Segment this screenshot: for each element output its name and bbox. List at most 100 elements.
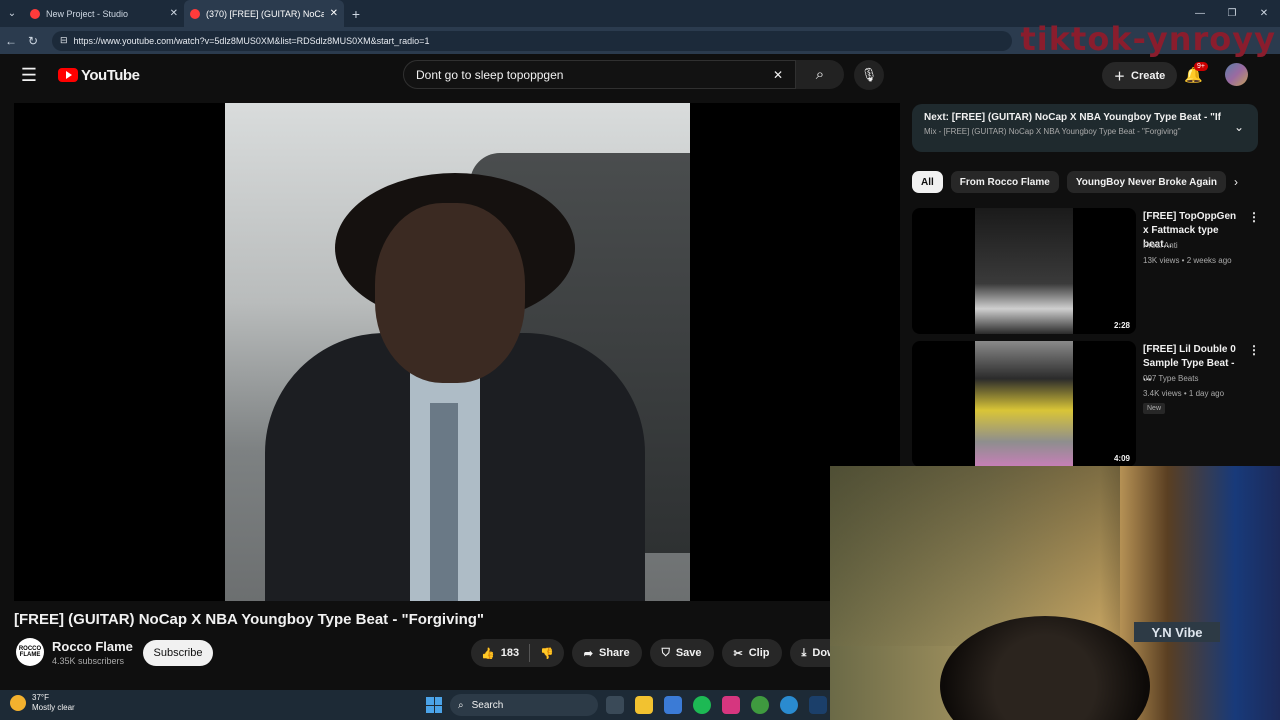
start-button-icon[interactable]: [426, 697, 442, 713]
chip-from-channel[interactable]: From Rocco Flame: [950, 171, 1059, 193]
tab-studio[interactable]: New Project - Studio ✕: [24, 0, 184, 27]
share-icon: ➦: [583, 647, 593, 660]
xbox-icon[interactable]: [751, 696, 769, 714]
recommendation-meta: 13K views • 2 weeks ago: [1143, 256, 1232, 265]
task-view-icon[interactable]: [606, 696, 624, 714]
menu-icon[interactable]: ☰: [0, 65, 58, 86]
search-button[interactable]: ⌕: [796, 60, 844, 89]
recommendation-meta: 3.4K views • 1 day ago: [1143, 389, 1225, 398]
site-info-icon[interactable]: ⊟: [60, 35, 68, 46]
save-button[interactable]: ⛉ Save: [649, 639, 714, 667]
youtube-header: ☰ YouTube Dont go to sleep topoppgen ✕ ⌕…: [0, 54, 1280, 96]
clip-button[interactable]: ✂ Clip: [721, 639, 782, 667]
save-label: Save: [675, 647, 702, 659]
weather-condition: Mostly clear: [32, 703, 75, 712]
notifications-button[interactable]: 🔔 9+: [1184, 62, 1208, 84]
taskbar-search-label: Search: [471, 699, 504, 711]
back-icon[interactable]: ←: [0, 34, 22, 48]
duration-badge: 4:09: [1113, 454, 1130, 463]
youtube-play-icon: [58, 68, 78, 82]
instagram-icon[interactable]: [722, 696, 740, 714]
bookmark-icon: ⛉: [661, 646, 670, 659]
channel-name[interactable]: Rocco Flame: [52, 639, 133, 654]
tab-list-chevron-icon[interactable]: ⌄: [0, 0, 24, 27]
plus-icon: ＋: [1114, 70, 1125, 83]
store-icon[interactable]: [664, 696, 682, 714]
up-next-panel[interactable]: Next: [FREE] (GUITAR) NoCap X NBA Youngb…: [912, 104, 1258, 152]
chip-all[interactable]: All: [912, 171, 943, 193]
weather-widget[interactable]: 37°F Mostly clear: [10, 693, 75, 713]
microphone-icon: 🎙: [860, 67, 878, 82]
like-count: 183: [500, 647, 520, 659]
neon-sign: Y.N Vibe: [1134, 622, 1220, 642]
recommendation-thumbnail[interactable]: 2:28: [912, 208, 1136, 334]
taskbar-apps: [606, 696, 827, 714]
chevron-right-icon[interactable]: ›: [1234, 175, 1238, 189]
edge-icon[interactable]: [780, 696, 798, 714]
url-text: https://www.youtube.com/watch?v=5dlz8MUS…: [73, 35, 430, 46]
scissors-icon: ✂: [733, 647, 743, 660]
windows-taskbar: 37°F Mostly clear ⌕ Search: [0, 690, 830, 720]
duration-badge: 2:28: [1113, 321, 1130, 330]
close-tab-icon[interactable]: ✕: [170, 8, 178, 19]
recommendation-item[interactable]: 4:09 [FREE] Lil Double 0 Sample Type Bea…: [912, 341, 1260, 467]
webcam-overlay: Y.N Vibe: [830, 466, 1280, 720]
video-frame: [225, 103, 690, 601]
weather-icon: [10, 695, 26, 711]
more-options-icon[interactable]: ⋮: [1248, 210, 1260, 224]
recommendation-thumbnail[interactable]: 4:09: [912, 341, 1136, 467]
recommendation-item[interactable]: 2:28 [FREE] TopOppGen x Fattmack type be…: [912, 208, 1260, 334]
spotify-icon[interactable]: [693, 696, 711, 714]
share-button[interactable]: ➦ Share: [571, 639, 642, 667]
search-icon: ⌕: [458, 699, 464, 711]
search-input[interactable]: Dont go to sleep topoppgen ✕: [403, 60, 796, 89]
subscribe-button[interactable]: Subscribe: [143, 640, 213, 666]
dislike-button[interactable]: 👎: [530, 647, 564, 660]
like-dislike-group: 👍 183 👎: [471, 639, 564, 667]
video-player[interactable]: [14, 103, 900, 601]
chevron-down-icon[interactable]: ⌄: [1234, 120, 1244, 134]
filter-chips: All From Rocco Flame YoungBoy Never Brok…: [912, 171, 1226, 193]
url-field[interactable]: ⊟ https://www.youtube.com/watch?v=5dlz8M…: [52, 30, 1012, 51]
search-icon: ⌕: [815, 66, 825, 83]
more-options-icon[interactable]: ⋮: [1248, 343, 1260, 357]
temperature: 37°F: [32, 693, 49, 702]
video-actions: 👍 183 👎 ➦ Share ⛉ Save ✂ Clip ⤓ Dow: [471, 639, 848, 667]
tab-label: New Project - Studio: [46, 8, 129, 19]
create-label: Create: [1131, 69, 1166, 82]
next-title: Next: [FREE] (GUITAR) NoCap X NBA Youngb…: [924, 112, 1224, 123]
watermark-overlay: tiktok-ynroyy: [1020, 20, 1276, 58]
taskbar-search[interactable]: ⌕ Search: [450, 694, 598, 716]
steam-icon[interactable]: [809, 696, 827, 714]
like-button[interactable]: 👍 183: [471, 647, 529, 660]
video-title: [FREE] (GUITAR) NoCap X NBA Youngboy Typ…: [14, 611, 485, 628]
create-button[interactable]: ＋ Create: [1102, 62, 1178, 89]
file-explorer-icon[interactable]: [635, 696, 653, 714]
close-tab-icon[interactable]: ✕: [330, 8, 338, 19]
recommendation-channel[interactable]: Prod. Anti: [1143, 241, 1178, 250]
account-avatar[interactable]: [1225, 63, 1248, 86]
voice-search-button[interactable]: 🎙: [854, 60, 884, 90]
new-badge: New: [1143, 403, 1166, 414]
tab-youtube[interactable]: (370) [FREE] (GUITAR) NoCap X NB ✕: [184, 0, 344, 27]
youtube-logo[interactable]: YouTube: [58, 66, 140, 84]
download-icon: ⤓: [801, 646, 807, 659]
next-mix-subtitle: Mix - [FREE] (GUITAR) NoCap X NBA Youngb…: [924, 127, 1181, 136]
search-query: Dont go to sleep topoppgen: [416, 67, 564, 82]
tab-label: (370) [FREE] (GUITAR) NoCap X NB: [206, 8, 324, 19]
chip-youngboy[interactable]: YoungBoy Never Broke Again: [1066, 171, 1226, 193]
reload-icon[interactable]: ↻: [22, 34, 44, 48]
notification-badge: 9+: [1194, 62, 1208, 71]
youtube-favicon-icon: [190, 8, 200, 19]
subscriber-count: 4.35K subscribers: [52, 656, 125, 666]
logo-text: YouTube: [81, 66, 140, 84]
channel-avatar[interactable]: ROCCO FLAME: [16, 638, 44, 666]
share-label: Share: [598, 647, 630, 659]
new-tab-button[interactable]: +: [344, 6, 368, 22]
thumbs-up-icon: 👍: [481, 647, 495, 660]
thumbs-down-icon: 👎: [540, 647, 554, 660]
clear-search-icon[interactable]: ✕: [773, 68, 783, 82]
recommendation-channel[interactable]: 007 Type Beats: [1143, 374, 1198, 383]
studio-favicon-icon: [30, 8, 40, 19]
clip-label: Clip: [748, 647, 770, 659]
